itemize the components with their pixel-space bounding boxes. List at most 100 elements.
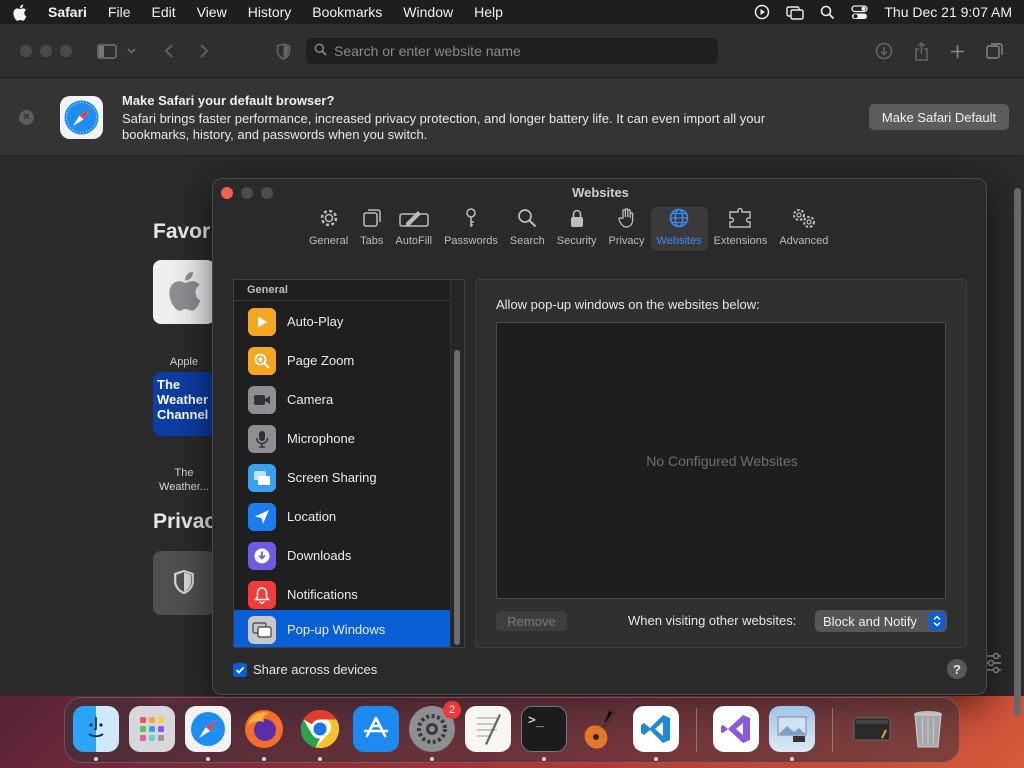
sidebar-item-screen-sharing[interactable]: Screen Sharing xyxy=(234,458,450,497)
menubar-clock[interactable]: Thu Dec 21 9:07 AM xyxy=(884,4,1012,20)
terminal-icon[interactable]: >_ xyxy=(521,706,567,752)
new-tab-icon[interactable] xyxy=(946,40,968,62)
sidebar-toggle-icon[interactable] xyxy=(96,40,118,62)
window-close-button[interactable] xyxy=(20,45,32,57)
sidebar-item-location[interactable]: Location xyxy=(234,497,450,536)
downloads-icon[interactable] xyxy=(873,40,895,62)
tab-websites-label: Websites xyxy=(656,235,702,247)
menu-file[interactable]: File xyxy=(108,4,131,20)
privacy-tile[interactable] xyxy=(153,551,215,615)
launchpad-icon[interactable] xyxy=(129,706,175,752)
tab-passwords[interactable]: Passwords xyxy=(438,207,504,251)
favorite-tile-apple[interactable] xyxy=(153,260,215,324)
tab-extensions[interactable]: Extensions xyxy=(708,207,774,251)
finder-icon[interactable] xyxy=(73,706,119,752)
play-icon xyxy=(248,307,276,336)
menu-edit[interactable]: Edit xyxy=(151,4,175,20)
panel-heading: Allow pop-up windows on the websites bel… xyxy=(496,297,760,312)
websites-sidebar: General Auto-Play Page Zoom Camera Micro… xyxy=(233,279,465,648)
pencil-icon xyxy=(398,207,430,235)
sidebar-item-microphone[interactable]: Microphone xyxy=(234,419,450,458)
chevron-down-icon[interactable] xyxy=(124,40,138,62)
forward-icon[interactable] xyxy=(193,40,215,62)
tab-websites[interactable]: Websites xyxy=(650,207,708,251)
sidebar-item-camera[interactable]: Camera xyxy=(234,380,450,419)
firefox-icon[interactable] xyxy=(241,706,287,752)
spotlight-search-icon[interactable] xyxy=(820,5,835,20)
remove-button[interactable]: Remove xyxy=(496,611,567,631)
apple-logo-icon xyxy=(166,270,202,315)
tab-tabs[interactable]: Tabs xyxy=(354,207,389,251)
favorite-tile-weather[interactable]: The Weather Channel xyxy=(153,372,215,436)
customize-sliders-icon[interactable] xyxy=(985,652,1003,677)
tab-search[interactable]: Search xyxy=(504,207,551,251)
tab-autofill-label: AutoFill xyxy=(395,235,433,247)
help-button[interactable]: ? xyxy=(947,659,967,679)
tab-overview-icon[interactable] xyxy=(984,40,1006,62)
apple-menu-icon[interactable] xyxy=(12,4,30,21)
configured-websites-list[interactable]: No Configured Websites xyxy=(496,322,946,599)
menu-view[interactable]: View xyxy=(197,4,227,20)
menu-bar: Safari File Edit View History Bookmarks … xyxy=(0,0,1024,24)
sidebar-item-label: Microphone xyxy=(287,431,355,446)
back-icon[interactable] xyxy=(158,40,180,62)
hand-icon xyxy=(616,207,638,235)
sidebar-item-label: Page Zoom xyxy=(287,353,355,368)
privacy-report-icon[interactable] xyxy=(272,40,294,62)
menu-bookmarks[interactable]: Bookmarks xyxy=(312,4,382,20)
sidebar-item-label: Downloads xyxy=(287,548,352,563)
tab-advanced-label: Advanced xyxy=(779,235,829,247)
sidebar-item-auto-play[interactable]: Auto-Play xyxy=(234,302,450,341)
visual-studio-icon[interactable] xyxy=(713,706,759,752)
menu-app-name[interactable]: Safari xyxy=(48,4,87,20)
sidebar-item-downloads[interactable]: Downloads xyxy=(234,536,450,575)
address-bar-placeholder: Search or enter website name xyxy=(334,43,521,59)
microphone-icon xyxy=(248,424,276,453)
chrome-icon[interactable] xyxy=(297,706,343,752)
settings-icon[interactable]: 2 xyxy=(409,701,461,752)
sidebar-item-page-zoom[interactable]: Page Zoom xyxy=(234,341,450,380)
sidebar-item-notifications[interactable]: Notifications xyxy=(234,575,450,614)
share-across-devices-checkbox[interactable] xyxy=(233,662,247,677)
vscode-icon[interactable] xyxy=(633,706,679,752)
tabs-icon xyxy=(361,207,383,235)
tab-advanced[interactable]: Advanced xyxy=(773,207,834,251)
tab-general[interactable]: General xyxy=(303,207,354,251)
share-icon[interactable] xyxy=(910,40,932,62)
tab-search-label: Search xyxy=(509,235,545,247)
start-page-scrollbar[interactable] xyxy=(1014,188,1021,716)
control-center-icon[interactable] xyxy=(851,4,869,20)
sidebar-item-popup-windows[interactable]: Pop-up Windows xyxy=(234,610,450,647)
tab-autofill[interactable]: AutoFill xyxy=(389,207,438,251)
safari-icon[interactable] xyxy=(185,706,231,752)
share-across-devices[interactable]: Share across devices xyxy=(233,662,377,677)
window-minimize-button[interactable] xyxy=(40,45,52,57)
sidebar-section-general: General xyxy=(234,280,450,301)
make-safari-default-button[interactable]: Make Safari Default xyxy=(869,104,1009,130)
tab-security[interactable]: Security xyxy=(551,207,603,251)
sidebar-scrollbar[interactable] xyxy=(454,350,460,645)
other-websites-policy-select[interactable]: Block and Notify xyxy=(815,610,947,632)
textedit-icon[interactable] xyxy=(465,706,511,752)
window-zoom-button[interactable] xyxy=(60,45,72,57)
address-bar[interactable]: Search or enter website name xyxy=(306,38,718,64)
play-status-icon[interactable] xyxy=(754,4,770,20)
menu-window[interactable]: Window xyxy=(403,4,453,20)
empty-list-message: No Configured Websites xyxy=(646,453,798,469)
screen-mirroring-icon[interactable] xyxy=(786,4,805,20)
banner-title: Make Safari your default browser? xyxy=(122,93,335,108)
tab-extensions-label: Extensions xyxy=(713,235,768,247)
guitar-icon[interactable] xyxy=(577,706,623,752)
tab-privacy[interactable]: Privacy xyxy=(602,207,650,251)
window-icon[interactable] xyxy=(849,706,895,752)
menu-help[interactable]: Help xyxy=(474,4,503,20)
trash-icon[interactable] xyxy=(905,706,951,752)
sidebar-item-label: Location xyxy=(287,509,337,524)
menu-history[interactable]: History xyxy=(248,4,292,20)
safari-logo-icon xyxy=(60,96,103,139)
globe-icon xyxy=(668,207,690,235)
app-store-icon[interactable] xyxy=(353,706,399,752)
preview-icon[interactable] xyxy=(769,706,815,752)
zoom-icon xyxy=(248,346,276,375)
banner-close-icon[interactable]: × xyxy=(19,110,34,125)
